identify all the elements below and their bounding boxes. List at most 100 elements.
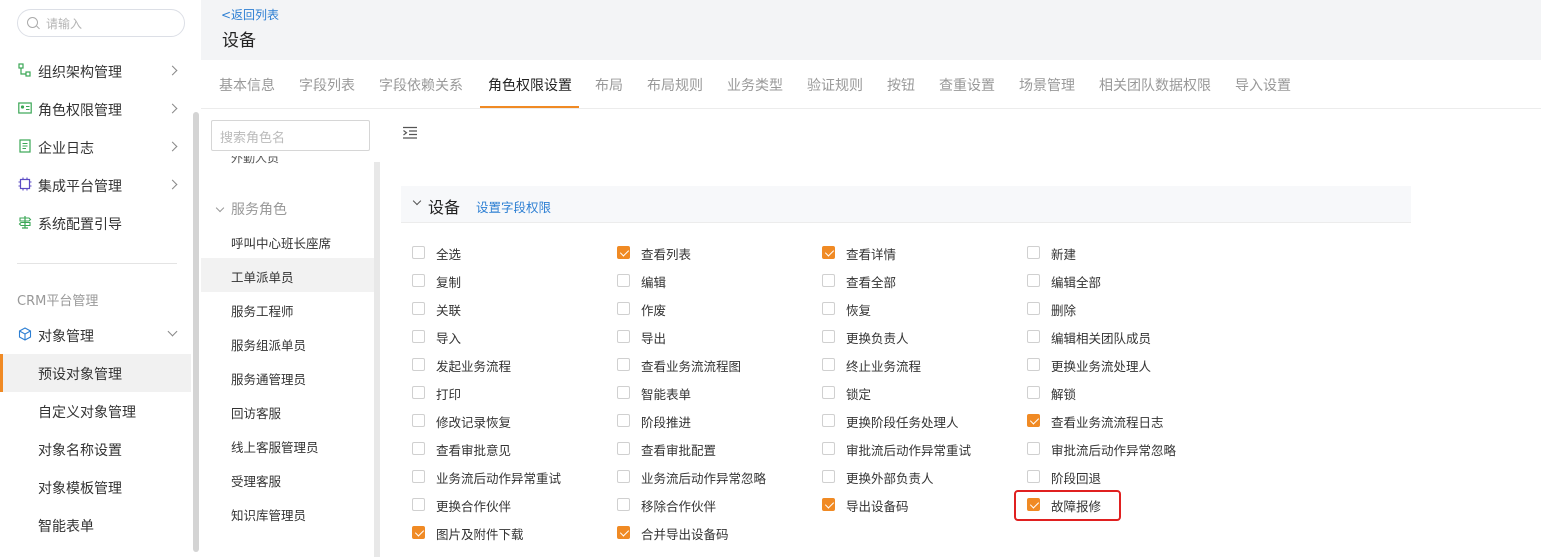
checkbox-checked[interactable] [617,246,630,259]
checkbox-unchecked[interactable] [412,246,425,259]
role-item[interactable]: 回访客服 [201,394,374,428]
sidebar-divider [17,263,177,264]
role-item[interactable]: 受理客服 [201,462,374,496]
role-search-input[interactable]: 搜索角色名 [211,120,370,151]
checkbox-unchecked[interactable] [412,470,425,483]
checkbox-unchecked[interactable] [822,442,835,455]
checkbox-unchecked[interactable] [412,386,425,399]
checkbox-unchecked[interactable] [617,470,630,483]
checkbox-unchecked[interactable] [617,330,630,343]
tab-import-settings[interactable]: 导入设置 [1235,75,1291,95]
checkbox-unchecked[interactable] [1027,470,1040,483]
role-list-scrollbar[interactable] [374,162,380,557]
sidebar-subitem-smart-forms[interactable]: 智能表单 [0,506,191,544]
tab-basic-info[interactable]: 基本信息 [219,75,275,95]
permission-label: 编辑相关团队成员 [1051,331,1152,346]
checkbox-checked[interactable] [822,498,835,511]
tab-business-types[interactable]: 业务类型 [727,75,783,95]
checkbox-checked[interactable] [617,526,630,539]
checkbox-unchecked[interactable] [1027,330,1040,343]
role-item[interactable]: 知识库管理员 [201,496,374,530]
sidebar-scrollbar[interactable] [193,112,199,552]
permission-label: 查看全部 [846,275,897,290]
checkbox-unchecked[interactable] [1027,302,1040,315]
tab-layout-rules[interactable]: 布局规则 [647,75,703,95]
permission-group-header[interactable]: 设备 设置字段权限 [401,186,1411,223]
sidebar-search-input[interactable]: 请输入 [17,9,185,37]
set-field-permissions-link[interactable]: 设置字段权限 [476,197,551,216]
role-item[interactable]: 线上客服管理员 [201,428,374,462]
checkbox-unchecked[interactable] [617,386,630,399]
tab-layout[interactable]: 布局 [595,75,623,95]
checkbox-unchecked[interactable] [822,330,835,343]
permission-label: 图片及附件下载 [436,527,524,542]
checkbox-unchecked[interactable] [822,414,835,427]
tab-duplicate-check[interactable]: 查重设置 [939,75,995,95]
tab-field-list[interactable]: 字段列表 [299,75,355,95]
sidebar-subitem-label: 对象模板管理 [38,481,122,497]
checkbox-unchecked[interactable] [1027,386,1040,399]
sidebar-section-label: CRM平台管理 [17,294,99,309]
checkbox-unchecked[interactable] [617,414,630,427]
checkbox-unchecked[interactable] [412,302,425,315]
tab-validation-rules[interactable]: 验证规则 [807,75,863,95]
sidebar-subitem-object-names[interactable]: 对象名称设置 [0,430,191,468]
role-item[interactable]: 服务组派单员 [201,326,374,360]
checkbox-unchecked[interactable] [412,274,425,287]
sidebar-subitem-custom-objects[interactable]: 自定义对象管理 [0,392,191,430]
role-item[interactable]: 服务工程师 [201,292,374,326]
role-group-service[interactable]: 服务角色 [215,199,287,219]
permission-label: 新建 [1051,247,1077,262]
permission-label: 查看审批配置 [641,443,717,458]
org-tree-icon [18,63,31,77]
checkbox-unchecked[interactable] [617,498,630,511]
checkbox-unchecked[interactable] [1027,442,1040,455]
permission-label: 锁定 [846,387,872,402]
indent-toggle-icon[interactable] [402,126,418,140]
checkbox-unchecked[interactable] [617,302,630,315]
checkbox-unchecked[interactable] [617,358,630,371]
sidebar-subitem-preset-objects[interactable]: 预设对象管理 [0,354,191,392]
sidebar-item-integration[interactable]: 集成平台管理 [0,166,191,204]
checkbox-unchecked[interactable] [412,498,425,511]
checkbox-unchecked[interactable] [1027,358,1040,371]
role-item-label: 知识库管理员 [231,508,307,523]
permission-label: 阶段回退 [1051,471,1102,486]
tab-field-dependencies[interactable]: 字段依赖关系 [379,75,463,95]
sidebar-subitem-object-templates[interactable]: 对象模板管理 [0,468,191,506]
sidebar-subitem-label: 对象名称设置 [38,443,122,459]
role-item-selected[interactable]: 工单派单员 [201,258,374,292]
checkbox-unchecked[interactable] [1027,246,1040,259]
permission-label: 业务流后动作异常重试 [436,471,562,486]
tab-buttons[interactable]: 按钮 [887,75,915,95]
sidebar-item-roles[interactable]: 角色权限管理 [0,90,191,128]
checkbox-unchecked[interactable] [822,386,835,399]
permission-label: 查看业务流流程图 [641,359,742,374]
sidebar-item-logs[interactable]: 企业日志 [0,128,191,166]
back-to-list-link[interactable]: <返回列表 [221,6,279,23]
checkbox-checked[interactable] [1027,414,1040,427]
checkbox-unchecked[interactable] [412,414,425,427]
tab-team-data-permissions[interactable]: 相关团队数据权限 [1099,75,1211,95]
sidebar-item-object-management[interactable]: 对象管理 [0,316,191,354]
sidebar-item-org[interactable]: 组织架构管理 [0,52,191,90]
checkbox-unchecked[interactable] [412,330,425,343]
sidebar-item-config-guide[interactable]: 系统配置引导 [0,204,191,242]
role-item-partial[interactable]: 外勤人员 [231,156,279,166]
checkbox-unchecked[interactable] [822,302,835,315]
role-item[interactable]: 呼叫中心班长座席 [201,224,374,258]
checkbox-unchecked[interactable] [822,274,835,287]
checkbox-unchecked[interactable] [617,274,630,287]
permission-label: 业务流后动作异常忽略 [641,471,767,486]
role-item[interactable]: 服务通管理员 [201,360,374,394]
tab-scene-management[interactable]: 场景管理 [1019,75,1075,95]
checkbox-unchecked[interactable] [412,358,425,371]
checkbox-unchecked[interactable] [822,470,835,483]
checkbox-unchecked[interactable] [412,442,425,455]
checkbox-checked[interactable] [412,526,425,539]
checkbox-unchecked[interactable] [617,442,630,455]
checkbox-unchecked[interactable] [1027,274,1040,287]
checkbox-unchecked[interactable] [822,358,835,371]
tab-role-permissions[interactable]: 角色权限设置 [488,75,572,95]
checkbox-checked[interactable] [822,246,835,259]
